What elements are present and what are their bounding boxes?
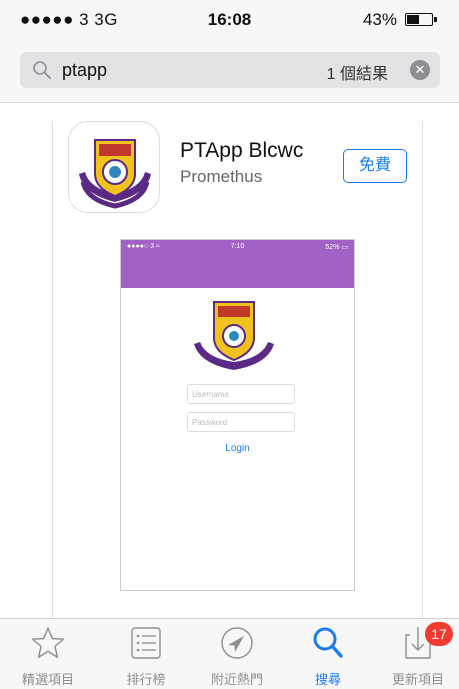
card-border-right [422, 121, 423, 618]
screenshot-time: 7:10 [230, 243, 245, 250]
tab-charts[interactable]: 排行榜 [106, 619, 186, 689]
location-icon [221, 627, 253, 659]
tab-label: 附近熱門 [210, 672, 263, 687]
tab-label: 更新項目 [391, 672, 444, 687]
tab-featured[interactable]: 精選項目 [8, 619, 88, 689]
screenshot-crest-icon [194, 301, 274, 370]
school-crest-icon [79, 139, 151, 209]
search-input[interactable] [60, 59, 284, 82]
search-results: PTApp Blcwc Promethus 免費 ●●●●○ 3 ≈ 7:10 … [0, 103, 459, 618]
screenshot-header: ●●●●○ 3 ≈ 7:10 52% ▭ [121, 240, 354, 288]
status-bar: ●●●●● 3 3G 16:08 43% [0, 0, 459, 40]
tab-bar: 精選項目 排行榜 附近熱門 搜尋 更新項目 [0, 618, 459, 689]
app-screenshot[interactable]: ●●●●○ 3 ≈ 7:10 52% ▭ Username Password L… [120, 239, 355, 591]
app-developer: Promethus [180, 167, 263, 186]
screenshot-username-field: Username [187, 384, 295, 404]
tab-label: 搜尋 [314, 672, 341, 687]
star-icon [31, 627, 65, 659]
tab-label: 精選項目 [21, 672, 74, 687]
battery-percentage: 43% [362, 10, 397, 29]
battery-icon [405, 13, 437, 26]
search-field[interactable]: 1 個結果 ✕ [20, 52, 440, 88]
screenshot-battery: 52% ▭ [325, 244, 348, 251]
app-name[interactable]: PTApp Blcwc [180, 139, 303, 163]
search-icon [33, 61, 51, 79]
updates-badge: 17 [425, 622, 453, 646]
screenshot-login-link: Login [225, 443, 250, 454]
clear-search-icon[interactable]: ✕ [410, 60, 430, 80]
tab-search[interactable]: 搜尋 [288, 619, 368, 689]
screenshot-password-field: Password [187, 412, 295, 432]
app-icon[interactable] [68, 121, 160, 213]
tab-nearby[interactable]: 附近熱門 [197, 619, 277, 689]
card-border-left [52, 121, 53, 618]
list-icon [131, 627, 161, 659]
result-count: 1 個結果 [326, 66, 388, 83]
search-bar: 1 個結果 ✕ [0, 40, 459, 103]
tab-label: 排行榜 [126, 672, 166, 687]
get-free-button[interactable]: 免費 [343, 149, 407, 183]
search-icon [313, 627, 343, 658]
